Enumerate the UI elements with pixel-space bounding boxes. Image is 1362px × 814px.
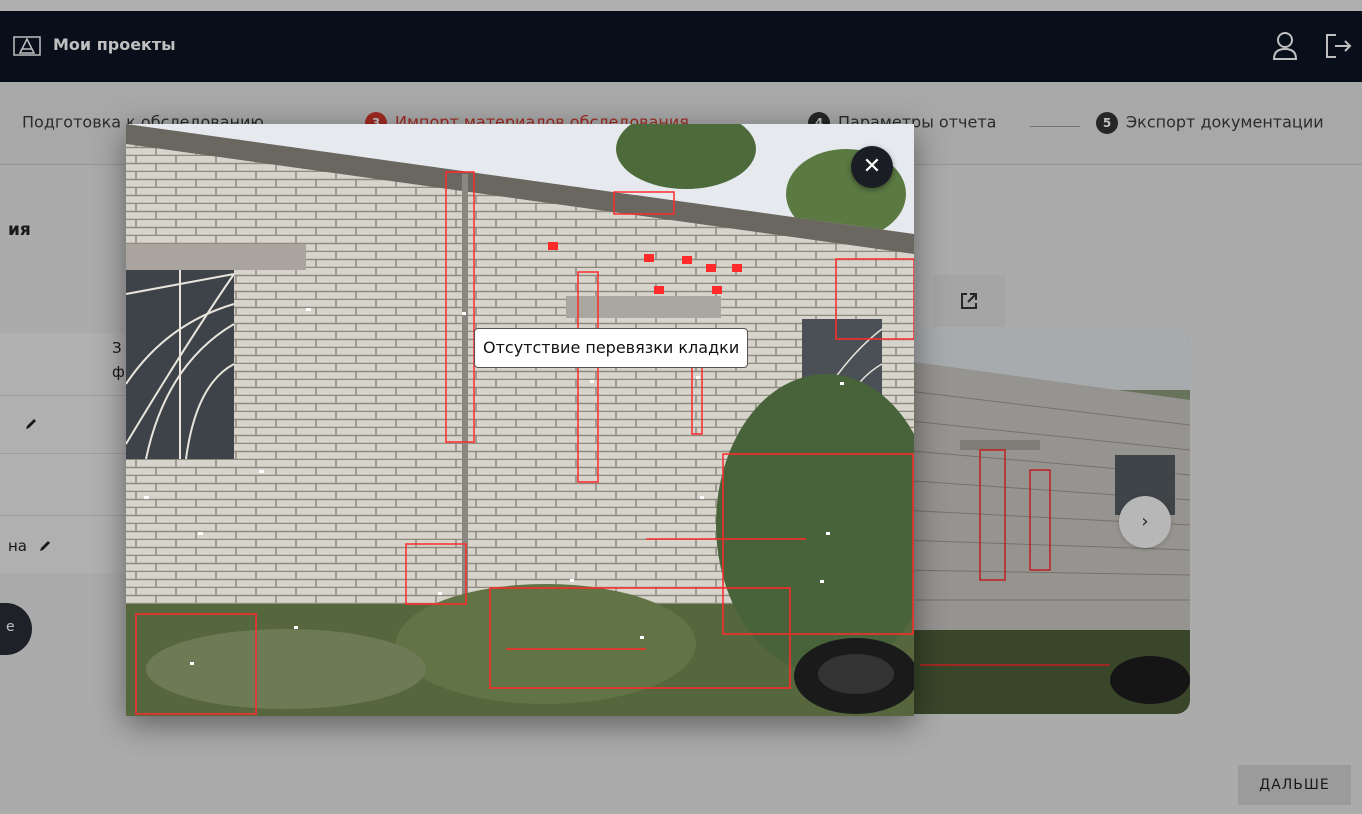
round-button-label: е — [6, 619, 15, 635]
table-cell: на — [8, 537, 27, 555]
app-root: Мои проекты Подготовка к обследованию 3И… — [0, 0, 1362, 814]
round-action-button[interactable]: е — [0, 603, 32, 655]
column-header-fragment: ф — [112, 363, 125, 381]
row-divider — [0, 515, 130, 516]
top-strip — [0, 0, 1362, 11]
step-connector — [1030, 126, 1080, 127]
open-external-button[interactable] — [933, 275, 1005, 327]
pencil-icon[interactable] — [24, 417, 38, 431]
user-icon[interactable] — [1272, 31, 1298, 61]
close-icon: ✕ — [862, 154, 882, 179]
next-step-button[interactable]: ДАЛЬШЕ — [1238, 765, 1351, 805]
step-5[interactable]: 5 Экспорт документации — [1096, 112, 1324, 134]
photo-viewer-modal — [126, 124, 914, 716]
logout-icon[interactable] — [1323, 31, 1353, 61]
chevron-right-icon: › — [1141, 511, 1149, 532]
section-title: ия — [8, 220, 31, 240]
step-label: Экспорт документации — [1126, 112, 1324, 132]
row-divider — [0, 453, 130, 454]
materials-table: З ф на — [0, 333, 130, 573]
external-link-icon — [961, 293, 977, 309]
step-number: 5 — [1096, 112, 1118, 134]
defect-annotation-label[interactable]: Отсутствие перевязки кладки — [474, 328, 749, 368]
header-title[interactable]: Мои проекты — [53, 35, 176, 54]
column-header-fragment: З — [112, 339, 122, 357]
close-modal-button[interactable]: ✕ — [851, 146, 893, 188]
row-divider — [0, 395, 130, 396]
pencil-icon[interactable] — [38, 539, 52, 553]
architecture-logo-icon[interactable] — [12, 35, 42, 57]
annotated-photo — [126, 124, 914, 716]
carousel-next-button[interactable]: › — [1119, 496, 1171, 548]
app-header: Мои проекты — [0, 11, 1362, 82]
